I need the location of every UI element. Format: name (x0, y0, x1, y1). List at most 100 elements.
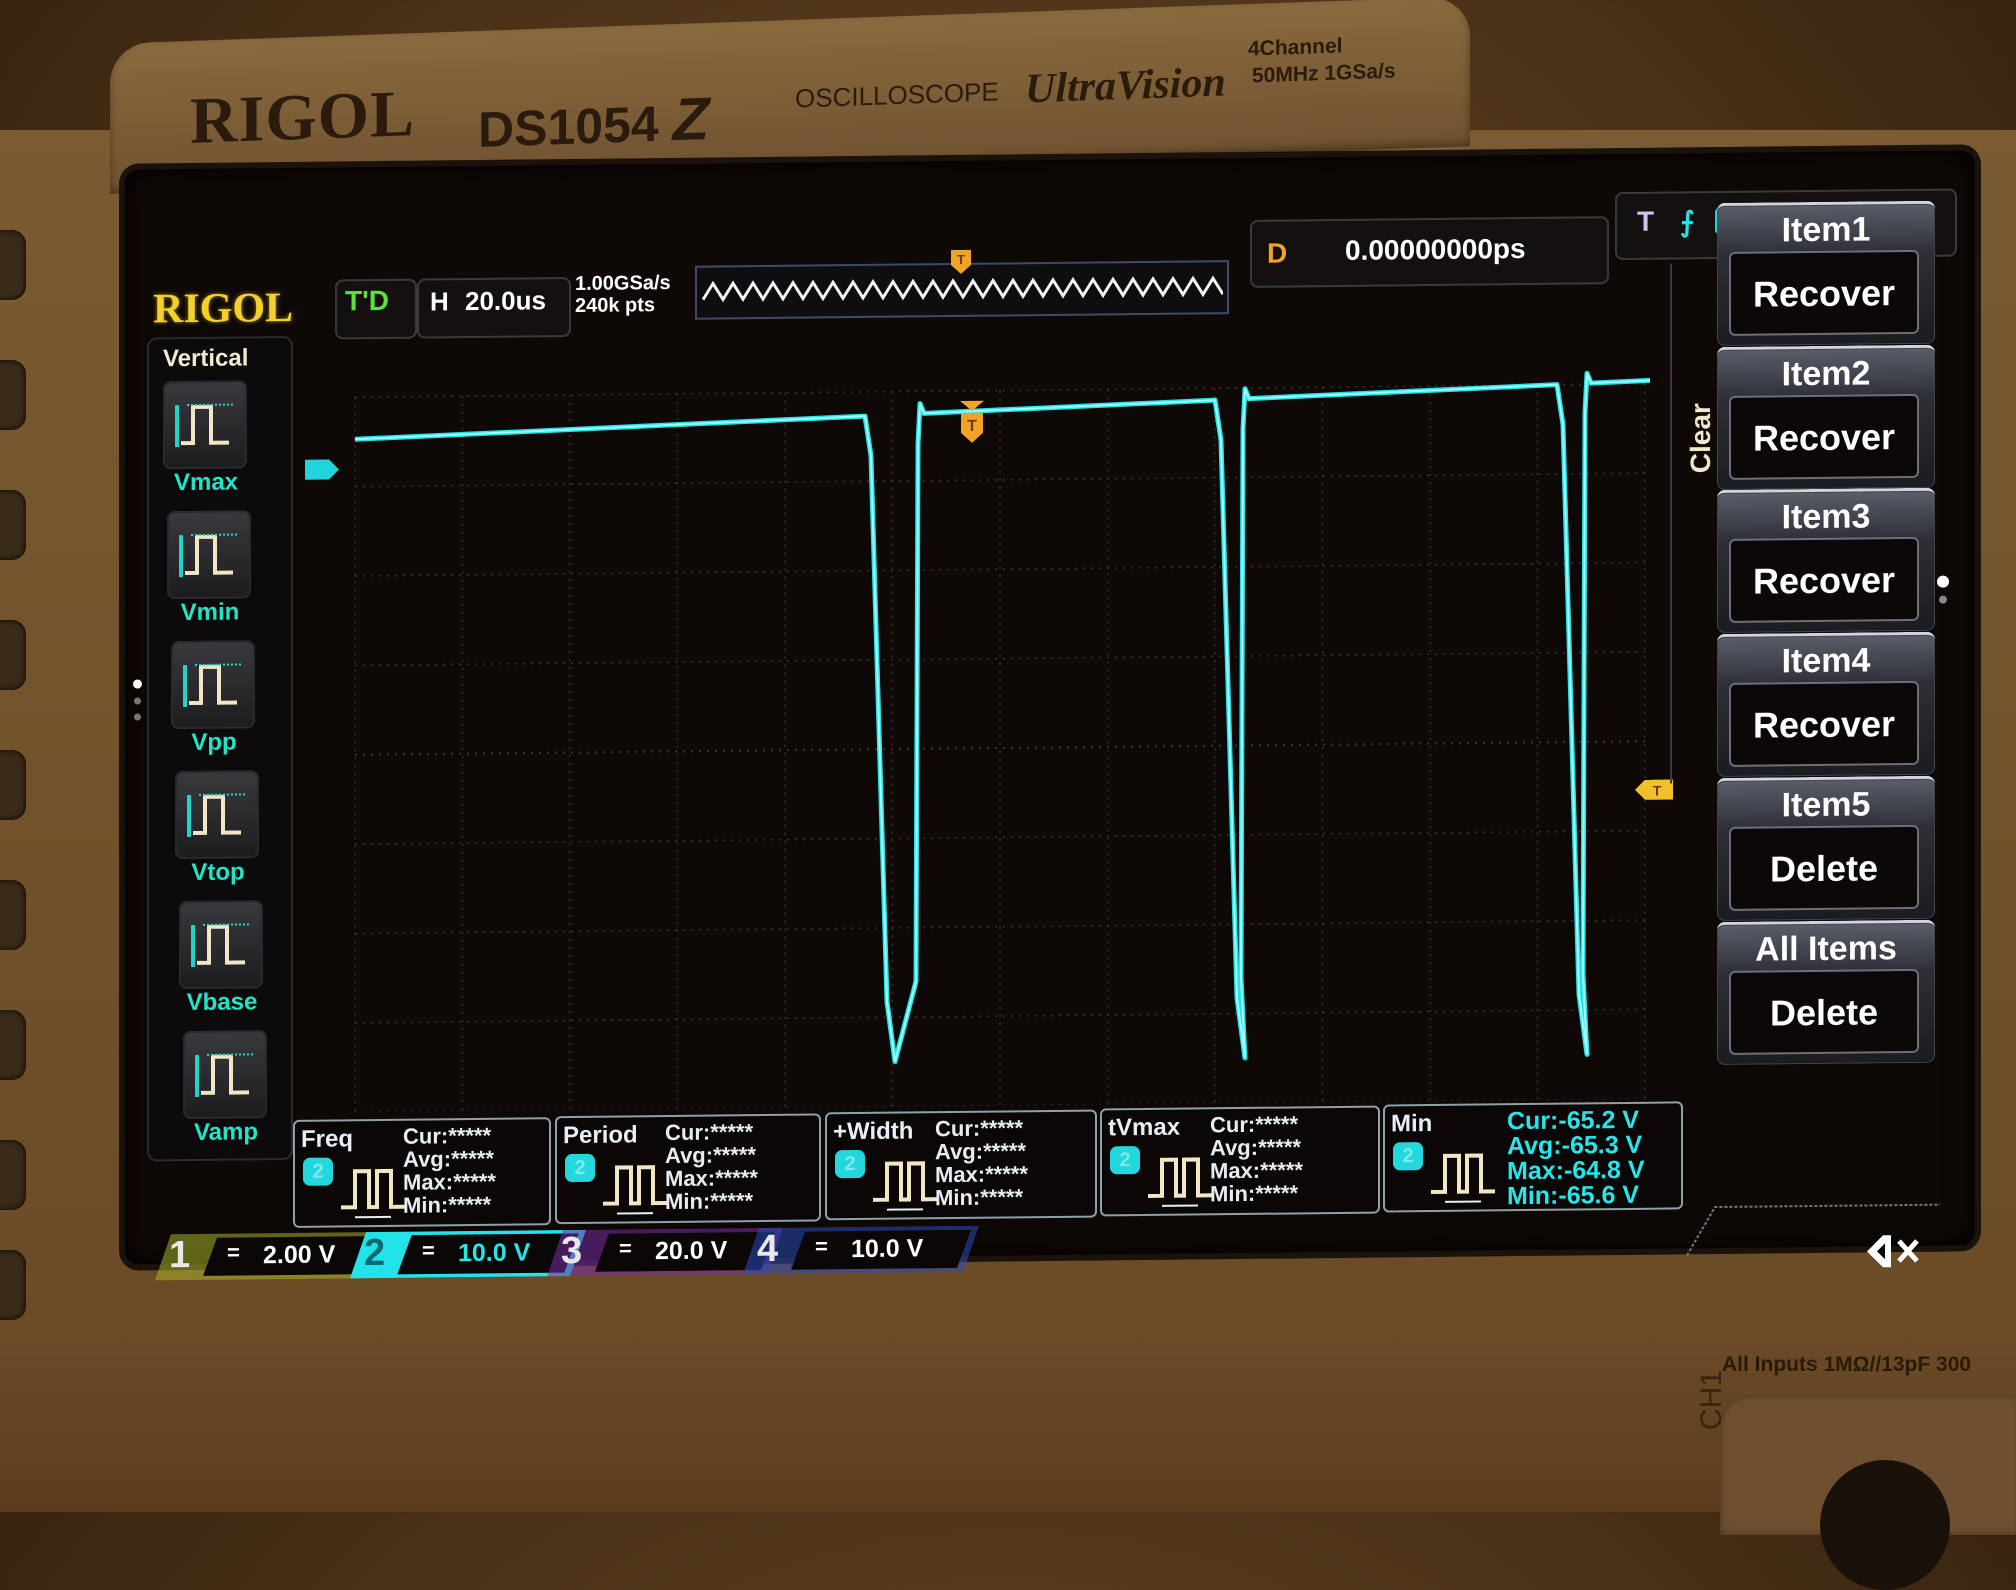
ch1-bnc-connector[interactable] (1820, 1460, 1950, 1590)
freq-measure-icon (333, 1157, 413, 1226)
side-softkey-2[interactable] (0, 360, 26, 430)
measurement-min: Min:***** (403, 1193, 496, 1217)
measurement-max: Max:***** (1210, 1158, 1303, 1182)
channel-scale: 2.00 V (263, 1240, 335, 1270)
measurement-source-badge: 2 (835, 1150, 865, 1178)
dc-coupling-icon: = (227, 1239, 240, 1265)
recover-button[interactable]: Recover (1729, 537, 1919, 623)
menu-page-dot-active (1937, 576, 1949, 588)
measurement-max: Max:***** (403, 1170, 496, 1194)
measurement-values: Cur:-65.2 VAvg:-65.3 VMax:-64.8 VMin:-65… (1507, 1108, 1645, 1209)
channel-number: 4 (757, 1228, 778, 1271)
recover-button[interactable]: Recover (1729, 681, 1919, 767)
measure-label: Vbase (167, 988, 277, 1017)
vmax-icon (163, 380, 247, 469)
measurement-panel-freq[interactable]: Freq2Cur:*****Avg:*****Max:*****Min:****… (293, 1117, 551, 1228)
measurement-values: Cur:*****Avg:*****Max:*****Min:***** (665, 1120, 758, 1213)
measurement-panel-width[interactable]: +Width 2 Cur:*****Avg:*****Max:*****Min:**… (825, 1110, 1097, 1221)
measure-label: Vmax (151, 468, 261, 497)
measurement-source-badge: 2 (1110, 1146, 1140, 1174)
ch2-offset-marker[interactable] (305, 459, 339, 479)
side-softkey-3[interactable] (0, 490, 26, 560)
measurement-name: +Width (833, 1117, 913, 1146)
measurement-source-badge: 2 (303, 1158, 333, 1186)
vbase-icon (179, 900, 263, 989)
waveform-display[interactable]: T T (305, 363, 1675, 1112)
measure-vmin-button[interactable] (167, 510, 251, 599)
side-softkey-6[interactable] (0, 880, 26, 950)
trigger-position-marker[interactable]: T (960, 401, 984, 443)
side-softkey-4[interactable] (0, 620, 26, 690)
measure-vmax-button[interactable] (163, 380, 247, 469)
measurement-max: Max:***** (665, 1166, 758, 1190)
measure-vtop-button[interactable] (175, 770, 259, 859)
grid-line-horizontal (355, 831, 1645, 845)
min-measure-icon (1423, 1141, 1503, 1210)
ch1-port-label: CH1 (1695, 1370, 1729, 1430)
measure-label: Vtop (163, 858, 273, 887)
channel-number: 3 (561, 1230, 582, 1273)
channel-number: 1 (169, 1234, 190, 1277)
measurement-panel-tvmax[interactable]: tVmax 2 Cur:*****Avg:*****Max:*****Min:***… (1100, 1106, 1380, 1217)
spec-bandwidth: 50MHz 1GSa/s (1252, 59, 1396, 88)
side-softkey-5[interactable] (0, 750, 26, 820)
measurement-cur: Cur:***** (935, 1116, 1028, 1140)
measurement-name: tVmax (1108, 1114, 1180, 1143)
measurement-avg: Avg:***** (665, 1143, 758, 1167)
measurement-name: Freq (301, 1125, 353, 1154)
channel-number: 2 (364, 1232, 385, 1275)
menu-item-1: Item1Recover (1717, 201, 1935, 346)
menu-item-title: All Items (1717, 928, 1935, 969)
side-softkey-7[interactable] (0, 1010, 26, 1080)
measurement-avg: Avg:***** (1210, 1135, 1303, 1159)
ch2-waveform-trace (355, 373, 1650, 1068)
channel-4-tab[interactable]: 4=10.0 V (743, 1224, 983, 1277)
measure-vbase-button[interactable] (179, 900, 263, 989)
measurement-cur: Cur:***** (665, 1120, 758, 1144)
rising-edge-icon: ⨍ (1680, 205, 1695, 238)
page-indicator-dot (134, 698, 141, 705)
display-screen: RIGOL T'D H 20.0us 1.00GSa/s 240k pts T … (125, 150, 1975, 1264)
clear-side-tab[interactable] (1670, 263, 1712, 783)
recover-button[interactable]: Recover (1729, 394, 1919, 480)
horizontal-label: H (430, 286, 449, 317)
model-name: DS1054 Z (478, 84, 709, 161)
series-logo: UltraVision (1025, 58, 1226, 113)
screen-logo: RIGOL (153, 284, 293, 333)
measure-vpp-button[interactable] (171, 640, 255, 729)
measurement-values: Cur:*****Avg:*****Max:*****Min:***** (1210, 1112, 1303, 1205)
width-measure-icon (865, 1149, 945, 1218)
measurement-name: Period (563, 1121, 638, 1150)
trigger-level-marker[interactable]: T (1635, 779, 1673, 799)
side-softkey-8[interactable] (0, 1140, 26, 1210)
side-softkey-1[interactable] (0, 230, 26, 300)
measure-label: Vpp (159, 728, 269, 757)
sound-muted-icon[interactable] (1863, 1229, 1923, 1274)
recover-button[interactable]: Recover (1729, 250, 1919, 336)
menu-item-title: Item3 (1717, 497, 1935, 538)
side-softkey-9[interactable] (0, 1250, 26, 1320)
measurement-panel-period[interactable]: Period2Cur:*****Avg:*****Max:*****Min:**… (555, 1113, 821, 1224)
measurement-values: Cur:*****Avg:*****Max:*****Min:***** (935, 1116, 1028, 1209)
delete-button[interactable]: Delete (1729, 825, 1919, 911)
measure-vamp-button[interactable] (183, 1030, 267, 1119)
period-measure-icon (595, 1153, 675, 1222)
trigger-position-label: T (967, 418, 977, 435)
measurement-panel-min[interactable]: Min2Cur:-65.2 VAvg:-65.3 VMax:-64.8 VMin… (1383, 1101, 1683, 1212)
measurement-min: Min:***** (1210, 1181, 1303, 1205)
channel-scale: 10.0 V (851, 1234, 923, 1264)
measurement-min: Min:-65.6 V (1507, 1183, 1645, 1209)
channel-scale: 10.0 V (458, 1238, 530, 1268)
menu-item-title: Item1 (1717, 210, 1935, 251)
measure-label: Vamp (171, 1118, 281, 1147)
vamp-icon (183, 1030, 267, 1119)
delay-value: 0.00000000ps (1345, 233, 1526, 267)
graticule (355, 384, 1645, 1113)
tvmax-measure-icon (1140, 1145, 1220, 1214)
menu-item-title: Item4 (1717, 641, 1935, 682)
measurement-max: Max:***** (935, 1162, 1028, 1186)
measurement-avg: Avg:***** (935, 1139, 1028, 1163)
delete-button[interactable]: Delete (1729, 968, 1919, 1054)
sample-rate: 1.00GSa/s (575, 272, 671, 295)
menu-item-2: Item2Recover (1717, 344, 1935, 489)
